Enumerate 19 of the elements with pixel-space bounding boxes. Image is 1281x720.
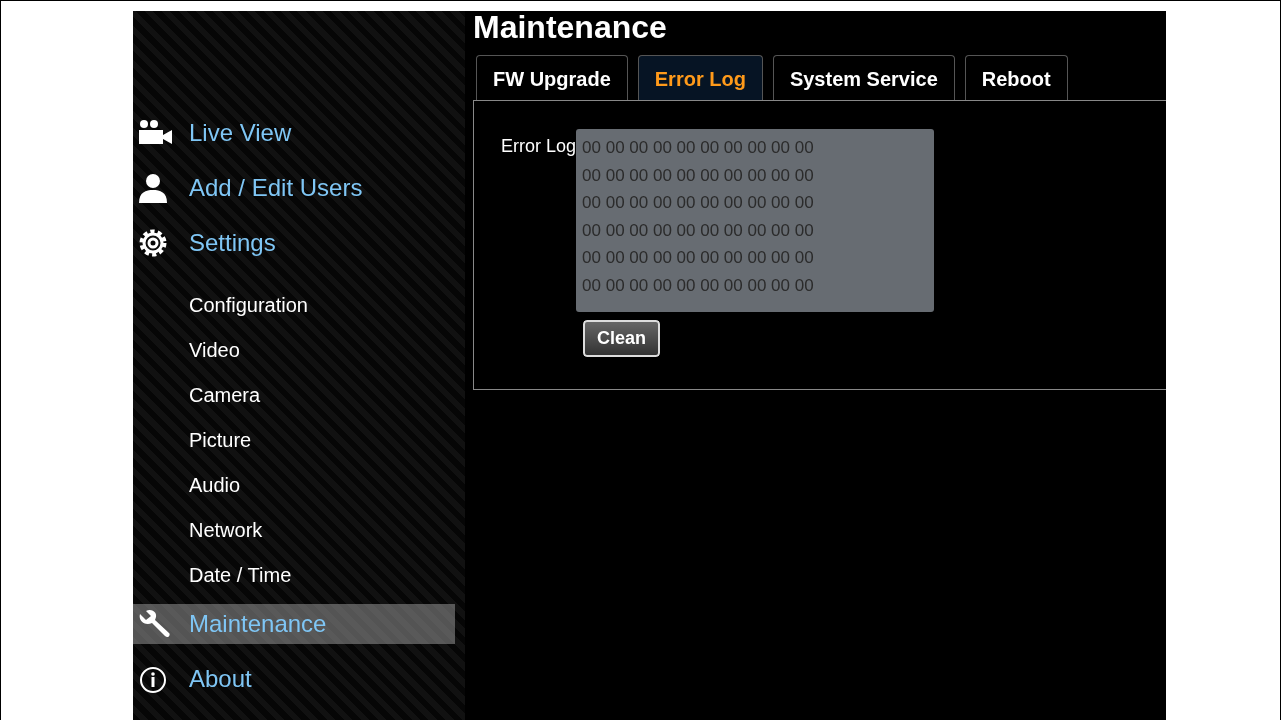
tab[interactable]: Reboot [964, 55, 1068, 100]
sidebar-item[interactable]: Maintenance [133, 604, 455, 644]
sidebar-item[interactable]: Camera [133, 372, 455, 417]
clean-button[interactable]: Clean [583, 320, 661, 357]
sidebar-item[interactable]: Date / Time [133, 552, 455, 597]
tab[interactable]: Error Log [637, 55, 763, 100]
sidebar-item[interactable]: Network [133, 507, 455, 552]
sidebar-item[interactable]: Audio [133, 462, 455, 507]
tab[interactable]: System Service [772, 55, 955, 100]
error-log-label: Error Log [501, 135, 577, 158]
sidebar-item[interactable]: Video [133, 327, 455, 372]
sidebar-item[interactable]: Live View [133, 105, 455, 160]
sidebar-item[interactable]: Configuration [133, 282, 455, 327]
sidebar-item[interactable]: Picture [133, 417, 455, 462]
sidebar-item[interactable]: About [133, 651, 455, 706]
page-title: Maintenance [473, 11, 668, 43]
tab[interactable]: FW Upgrade [476, 55, 628, 100]
sidebar-item[interactable]: Add / Edit Users [133, 160, 455, 215]
sidebar-item[interactable]: Settings [133, 215, 455, 270]
